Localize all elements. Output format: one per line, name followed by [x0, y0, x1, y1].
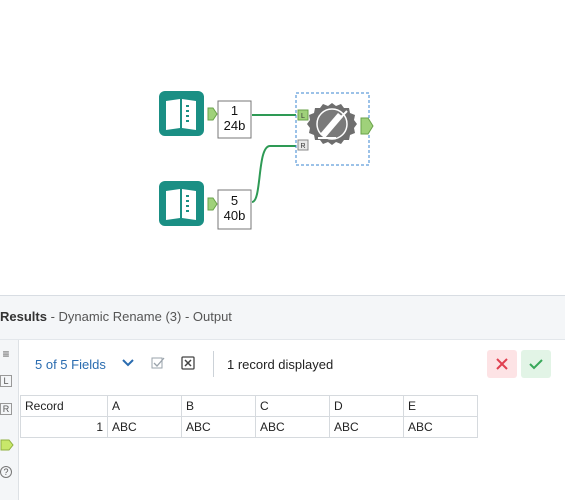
badge-bottom-line2: 40b	[224, 208, 246, 223]
clear-selection-icon[interactable]	[181, 356, 195, 370]
workflow-canvas[interactable]: 1 24b 5 40b L R	[0, 0, 565, 295]
left-anchor-icon[interactable]: L	[0, 375, 12, 387]
column-header-a[interactable]: A	[107, 395, 182, 417]
results-panel: Results - Dynamic Rename (3) - Output ≡ …	[0, 295, 565, 500]
results-header: Results - Dynamic Rename (3) - Output	[0, 296, 565, 340]
list-view-icon[interactable]: ≡	[0, 348, 12, 360]
results-sidebar: ≡ L R ?	[0, 340, 19, 500]
input-anchor-left[interactable]: L	[297, 109, 309, 121]
input-tool-bottom[interactable]	[159, 181, 218, 226]
badge-bottom-line1: 5	[231, 193, 238, 208]
dynamic-rename-icon	[307, 103, 357, 145]
output-anchor-right	[360, 117, 374, 135]
table-cell[interactable]: ABC	[403, 416, 478, 438]
output-anchor-top	[207, 107, 218, 121]
column-header-d[interactable]: D	[329, 395, 404, 417]
results-toolbar: 5 of 5 Fields 1 record displayed	[20, 342, 565, 386]
right-anchor-icon[interactable]: R	[0, 403, 12, 415]
close-icon	[496, 358, 508, 370]
results-title: Results	[0, 309, 47, 324]
help-icon[interactable]: ?	[0, 466, 12, 478]
checkmark-icon	[529, 359, 543, 370]
fields-selector[interactable]: 5 of 5 Fields	[35, 357, 106, 372]
connection-bottom	[251, 145, 296, 203]
table-header-row: Record A B C D E	[20, 395, 478, 417]
cancel-button[interactable]	[487, 350, 517, 378]
results-subtitle: - Dynamic Rename (3) - Output	[46, 309, 232, 324]
output-anchor-bottom	[207, 197, 218, 211]
column-header-e[interactable]: E	[403, 395, 478, 417]
record-count-label: 1 record displayed	[227, 357, 334, 372]
record-count-badge-bottom: 5 40b	[217, 189, 252, 230]
column-header-c[interactable]: C	[255, 395, 330, 417]
toolbar-divider	[213, 351, 214, 377]
dynamic-rename-tool[interactable]: L R	[295, 92, 374, 166]
svg-text:L: L	[301, 113, 305, 120]
edit-checkbox-icon[interactable]	[151, 356, 165, 370]
input-tool-top[interactable]	[159, 91, 218, 136]
table-cell[interactable]: ABC	[329, 416, 404, 438]
badge-top-line2: 24b	[224, 118, 246, 133]
table-cell[interactable]: ABC	[255, 416, 330, 438]
record-count-badge-top: 1 24b	[217, 100, 252, 139]
table-cell[interactable]: ABC	[107, 416, 182, 438]
svg-text:R: R	[300, 143, 305, 150]
confirm-button[interactable]	[521, 350, 551, 378]
table-cell[interactable]: ABC	[181, 416, 256, 438]
column-header-b[interactable]: B	[181, 395, 256, 417]
output-anchor-icon[interactable]	[0, 439, 14, 451]
column-header-record[interactable]: Record	[20, 395, 108, 417]
results-table: Record A B C D E 1 ABC ABC ABC ABC ABC	[20, 395, 478, 438]
table-row: 1 ABC ABC ABC ABC ABC	[20, 416, 478, 438]
badge-top-line1: 1	[231, 103, 238, 118]
input-anchor-right[interactable]: R	[297, 139, 309, 151]
record-number-cell[interactable]: 1	[20, 416, 108, 438]
chevron-down-icon[interactable]	[121, 356, 135, 370]
